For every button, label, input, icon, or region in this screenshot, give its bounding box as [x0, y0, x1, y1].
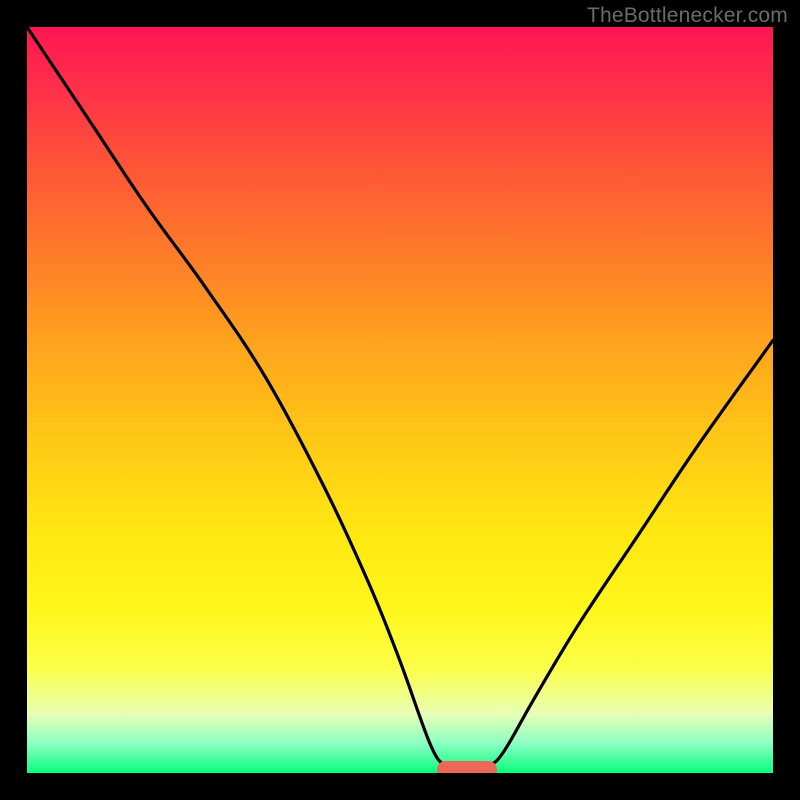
chart-frame: TheBottlenecker.com — [0, 0, 800, 800]
curve-layer — [27, 27, 773, 773]
bottleneck-curve — [27, 27, 773, 770]
watermark-text: TheBottlenecker.com — [587, 4, 788, 28]
optimal-marker — [437, 761, 497, 773]
plot-area — [27, 27, 773, 773]
